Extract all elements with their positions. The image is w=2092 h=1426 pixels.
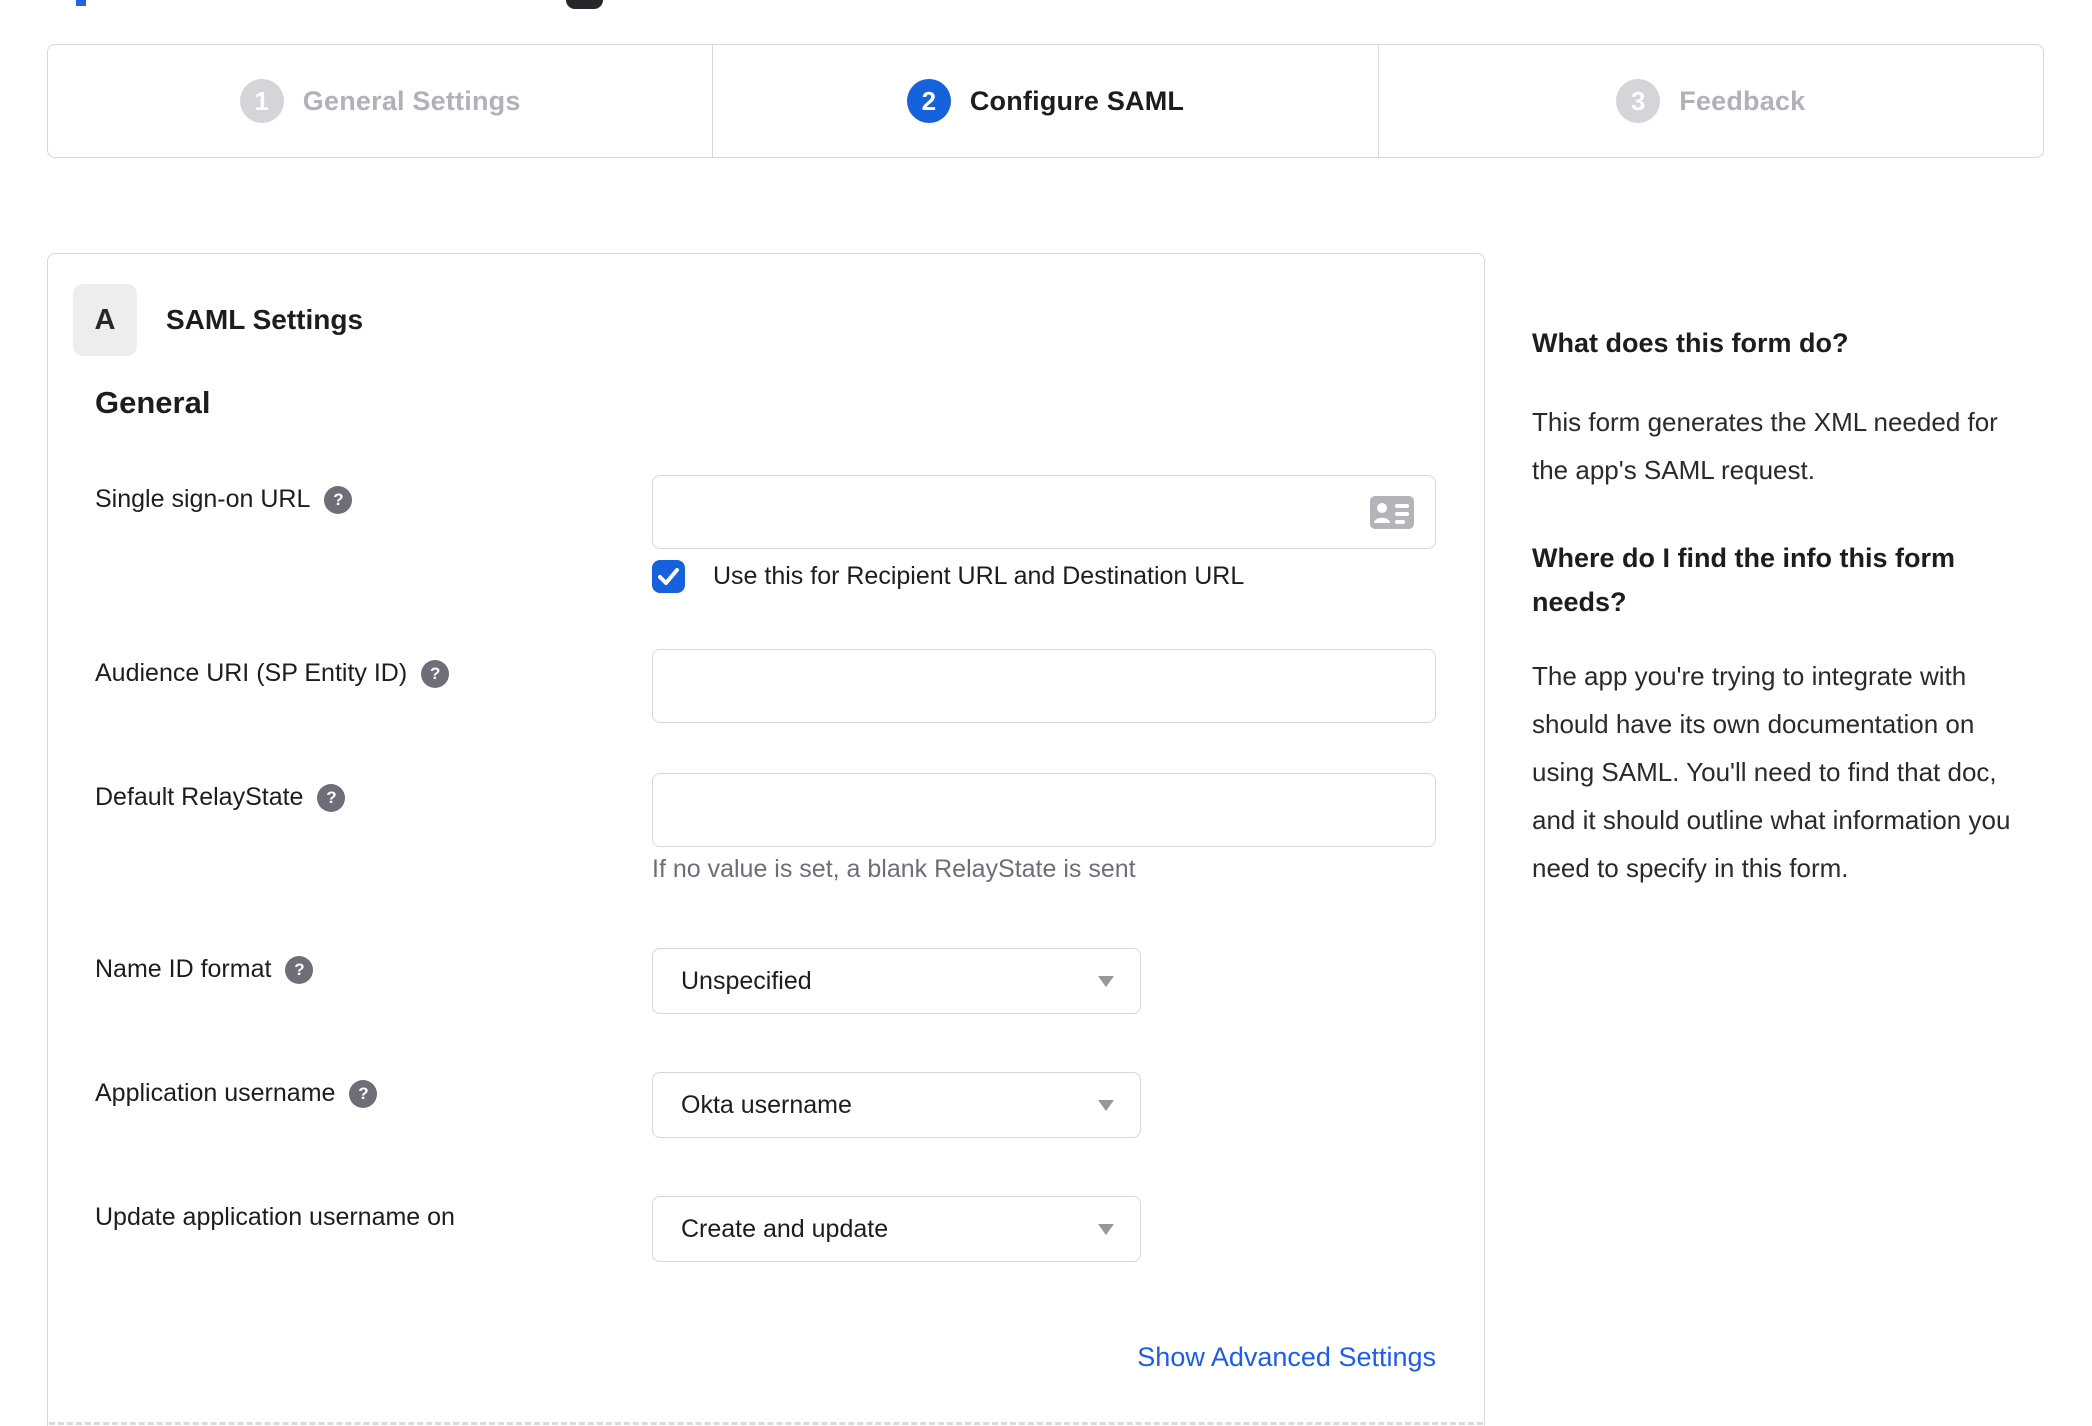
- update-username-label: Update application username on: [95, 1203, 455, 1231]
- checkmark-icon: [658, 568, 679, 585]
- section-dashed-divider: [49, 1422, 1483, 1425]
- general-heading: General: [95, 385, 211, 420]
- step-1-label: General Settings: [302, 85, 521, 116]
- sidebar-paragraph-1: This form generates the XML needed for t…: [1532, 407, 1998, 485]
- default-relaystate-input[interactable]: [652, 773, 1436, 847]
- step-general-settings[interactable]: 1 General Settings: [48, 45, 712, 157]
- step-3-label: Feedback: [1679, 85, 1806, 116]
- audience-uri-label: Audience URI (SP Entity ID) ?: [95, 659, 450, 688]
- configure-saml-page: 1 General Settings 2 Configure SAML 3 Fe…: [0, 0, 2092, 1426]
- chevron-down-icon: [1098, 1100, 1114, 1111]
- section-a-badge: A: [73, 284, 137, 356]
- help-icon[interactable]: ?: [317, 783, 346, 812]
- sidebar-heading-1: What does this form do?: [1532, 328, 1849, 358]
- help-icon[interactable]: ?: [349, 1079, 378, 1108]
- recipient-url-checkbox[interactable]: [652, 560, 685, 593]
- step-3-number: 3: [1616, 79, 1661, 123]
- saml-settings-panel: A SAML Settings General Single sign-on U…: [47, 253, 1485, 1426]
- cutoff-blue-fragment: [76, 0, 86, 6]
- update-username-select[interactable]: Create and update: [652, 1196, 1141, 1262]
- step-configure-saml[interactable]: 2 Configure SAML: [712, 45, 1377, 157]
- help-sidebar: What does this form do? This form genera…: [1532, 326, 2032, 892]
- audience-uri-input[interactable]: [652, 649, 1436, 723]
- chevron-down-icon: [1098, 1224, 1114, 1235]
- help-icon[interactable]: ?: [285, 955, 314, 984]
- cutoff-dark-fragment: [566, 0, 603, 9]
- sso-url-input-wrap: [652, 475, 1436, 549]
- name-id-format-label: Name ID format ?: [95, 955, 314, 984]
- step-feedback[interactable]: 3 Feedback: [1377, 45, 2043, 157]
- application-username-select[interactable]: Okta username: [652, 1072, 1141, 1138]
- application-username-label: Application username ?: [95, 1079, 378, 1108]
- sidebar-paragraph-2: The app you're trying to integrate with …: [1532, 661, 2011, 883]
- show-advanced-settings-link[interactable]: Show Advanced Settings: [652, 1342, 1436, 1373]
- sso-url-input[interactable]: [652, 475, 1436, 549]
- chevron-down-icon: [1098, 976, 1114, 987]
- recipient-url-checkbox-label[interactable]: Use this for Recipient URL and Destinati…: [713, 562, 1244, 591]
- sso-url-label: Single sign-on URL ?: [95, 485, 353, 514]
- help-icon[interactable]: ?: [324, 485, 353, 514]
- help-icon[interactable]: ?: [421, 659, 450, 688]
- wizard-stepper: 1 General Settings 2 Configure SAML 3 Fe…: [47, 44, 2044, 158]
- contact-card-icon[interactable]: [1370, 496, 1414, 529]
- relaystate-hint: If no value is set, a blank RelayState i…: [652, 855, 1136, 883]
- panel-title: SAML Settings: [166, 304, 364, 335]
- name-id-format-select[interactable]: Unspecified: [652, 948, 1141, 1014]
- step-1-number: 1: [239, 79, 284, 123]
- step-2-number: 2: [906, 79, 951, 123]
- step-2-label: Configure SAML: [969, 85, 1185, 116]
- default-relaystate-label: Default RelayState ?: [95, 783, 346, 812]
- sidebar-heading-2: Where do I find the info this form needs…: [1532, 543, 1955, 617]
- sso-recipient-checkbox-row: Use this for Recipient URL and Destinati…: [652, 560, 1244, 593]
